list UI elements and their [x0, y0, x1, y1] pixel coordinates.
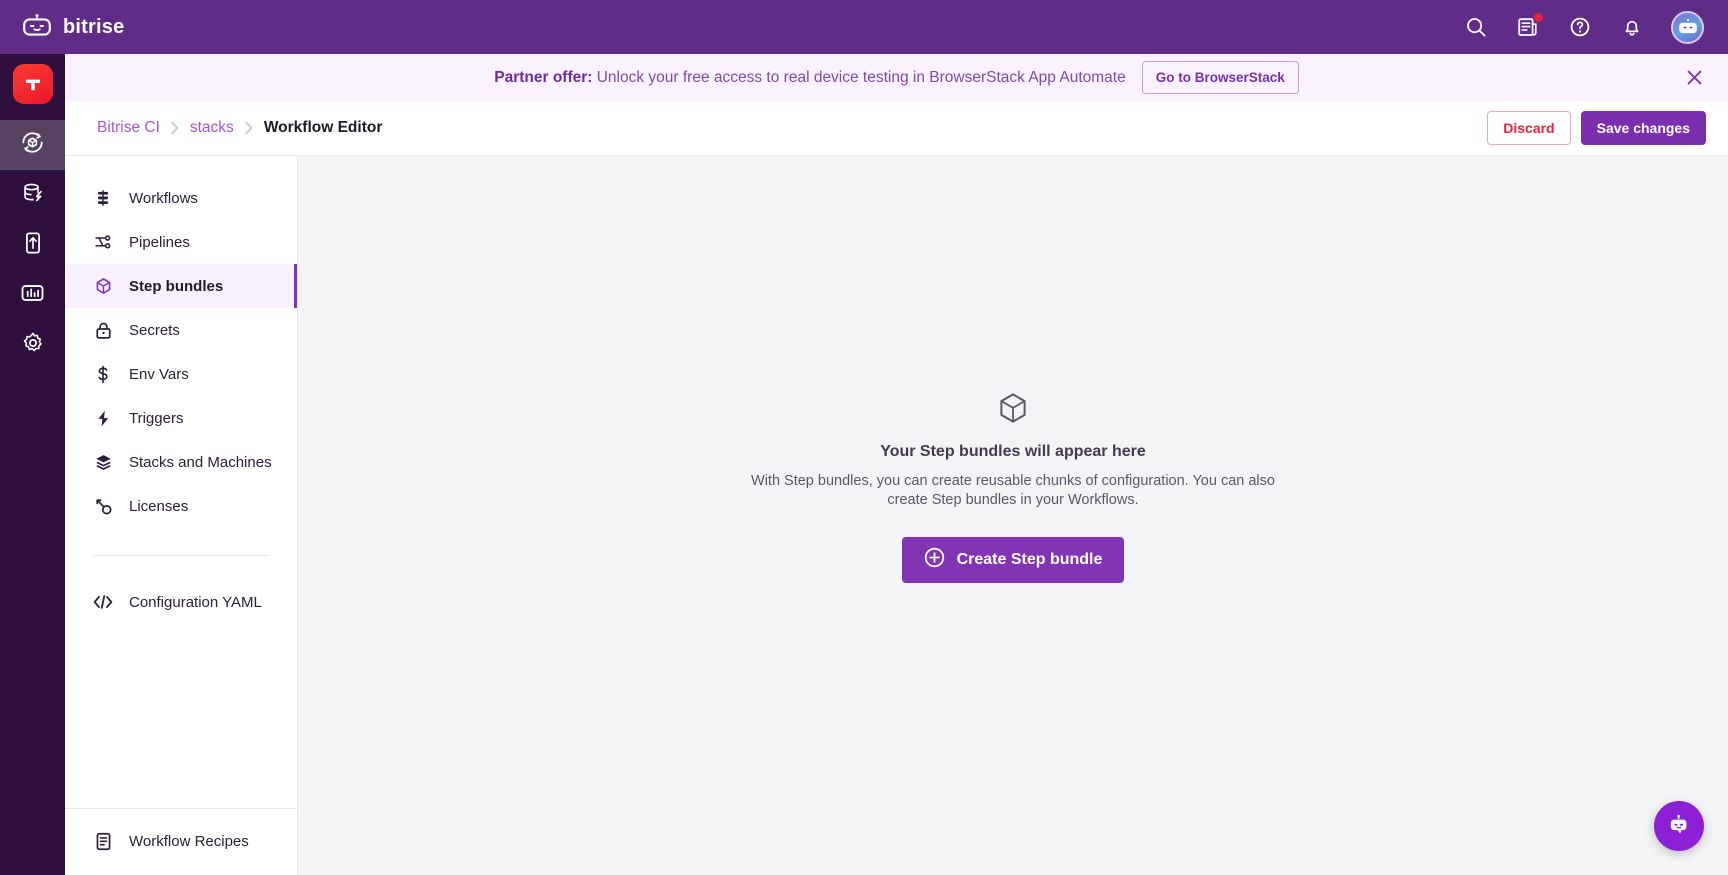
save-changes-button[interactable]: Save changes — [1580, 111, 1706, 145]
banner-lead: Partner offer: — [494, 68, 593, 86]
empty-state-description: With Step bundles, you can create reusab… — [751, 473, 1275, 509]
sidebar-item-label: Secrets — [129, 321, 180, 339]
discard-button[interactable]: Discard — [1487, 111, 1571, 145]
notifications-icon[interactable] — [1619, 14, 1645, 40]
sidebar-item-configuration-yaml[interactable]: Configuration YAML — [65, 580, 297, 624]
sidebar-item-workflows[interactable]: Workflows — [65, 176, 297, 220]
sidebar-item-label: Workflows — [129, 189, 198, 207]
sidebar-item-env-vars[interactable]: Env Vars — [65, 352, 297, 396]
settings-icon — [21, 331, 45, 360]
banner-text: Partner offer: Unlock your free access t… — [494, 69, 1125, 87]
sidebar-item-label: Triggers — [129, 409, 184, 427]
layers-icon — [93, 452, 113, 472]
sidebar-item-triggers[interactable]: Triggers — [65, 396, 297, 440]
chat-bot-icon[interactable] — [1654, 801, 1704, 851]
bitrise-logo[interactable]: bitrise — [22, 13, 124, 42]
dollar-icon — [93, 364, 113, 384]
rail-item-build-cache[interactable] — [0, 170, 65, 220]
app-tile[interactable] — [12, 64, 53, 104]
app-root: bitrise Partner offer: Unlock your free … — [0, 0, 1728, 875]
page: Workflows Pipelines Step bundles Secrets… — [65, 156, 1728, 875]
breadcrumb-item-stacks[interactable]: stacks — [190, 119, 234, 137]
whats-new-badge — [1534, 13, 1543, 22]
plus-circle-icon — [924, 547, 945, 573]
breadcrumb-bar: Bitrise CI stacks Workflow Editor Discar… — [65, 101, 1728, 156]
key-icon — [93, 496, 113, 516]
insights-icon — [20, 282, 45, 309]
breadcrumb: Bitrise CI stacks Workflow Editor — [97, 119, 382, 137]
close-icon[interactable] — [1682, 66, 1706, 90]
sidebar-item-licenses[interactable]: Licenses — [65, 484, 297, 528]
top-bar: bitrise — [0, 0, 1728, 54]
build-cache-icon — [21, 181, 45, 210]
chevron-right-icon — [170, 121, 180, 135]
create-step-bundle-button[interactable]: Create Step bundle — [901, 536, 1125, 583]
help-icon[interactable] — [1567, 14, 1593, 40]
rail-item-ci[interactable] — [0, 120, 65, 170]
workflows-icon — [93, 188, 113, 208]
step-bundles-icon — [93, 276, 113, 296]
empty-state-title: Your Step bundles will appear here — [880, 443, 1146, 460]
page-title: Workflow Editor — [263, 119, 383, 136]
sidebar-item-label: Stacks and Machines — [129, 453, 272, 471]
content-column: Partner offer: Unlock your free access t… — [65, 54, 1728, 875]
nav-bottom: Workflow Recipes — [65, 808, 297, 875]
sidebar-item-label: Step bundles — [129, 277, 224, 295]
pipelines-icon — [93, 232, 113, 252]
sidebar-item-stacks-and-machines[interactable]: Stacks and Machines — [65, 440, 297, 484]
go-to-browserstack-button[interactable]: Go to BrowserStack — [1141, 61, 1299, 94]
document-icon — [93, 831, 113, 851]
lock-icon — [93, 320, 113, 340]
sidebar-item-secrets[interactable]: Secrets — [65, 308, 297, 352]
rail-item-settings[interactable] — [0, 320, 65, 370]
release-management-icon — [22, 231, 44, 260]
create-step-bundle-label: Create Step bundle — [956, 550, 1103, 568]
app-body: Partner offer: Unlock your free access t… — [0, 54, 1728, 875]
sidebar-item-step-bundles[interactable]: Step bundles — [65, 264, 297, 308]
banner-message: Unlock your free access to real device t… — [592, 68, 1126, 86]
topbar-actions — [1463, 10, 1704, 44]
rail-item-insights[interactable] — [0, 270, 65, 320]
breadcrumb-item-bitrise-ci[interactable]: Bitrise CI — [97, 119, 160, 137]
bitrise-robot-icon — [22, 13, 52, 42]
sidebar-item-label: Env Vars — [129, 365, 189, 383]
whats-new-icon[interactable] — [1515, 13, 1543, 40]
code-icon — [93, 592, 113, 612]
avatar[interactable] — [1671, 10, 1704, 44]
main-content: Your Step bundles will appear here With … — [298, 156, 1728, 875]
search-icon[interactable] — [1463, 14, 1489, 40]
chevron-right-icon — [244, 121, 254, 135]
nav-divider — [93, 555, 269, 556]
sidebar-item-pipelines[interactable]: Pipelines — [65, 220, 297, 264]
empty-state: Your Step bundles will appear here With … — [733, 391, 1293, 583]
sidebar-item-workflow-recipes[interactable]: Workflow Recipes — [65, 819, 297, 863]
sidebar-item-label: Workflow Recipes — [129, 832, 249, 850]
workflow-editor-nav: Workflows Pipelines Step bundles Secrets… — [65, 156, 298, 875]
sidebar-item-label: Configuration YAML — [129, 593, 262, 611]
lightning-icon — [93, 408, 113, 428]
cube-icon — [733, 391, 1293, 425]
partner-offer-banner: Partner offer: Unlock your free access t… — [65, 54, 1728, 101]
sidebar-item-label: Licenses — [129, 497, 189, 515]
brand-name: bitrise — [63, 15, 125, 38]
sidebar-item-label: Pipelines — [129, 233, 190, 251]
rail-item-release-management[interactable] — [0, 220, 65, 270]
left-rail — [0, 54, 65, 875]
ci-icon — [20, 130, 45, 160]
